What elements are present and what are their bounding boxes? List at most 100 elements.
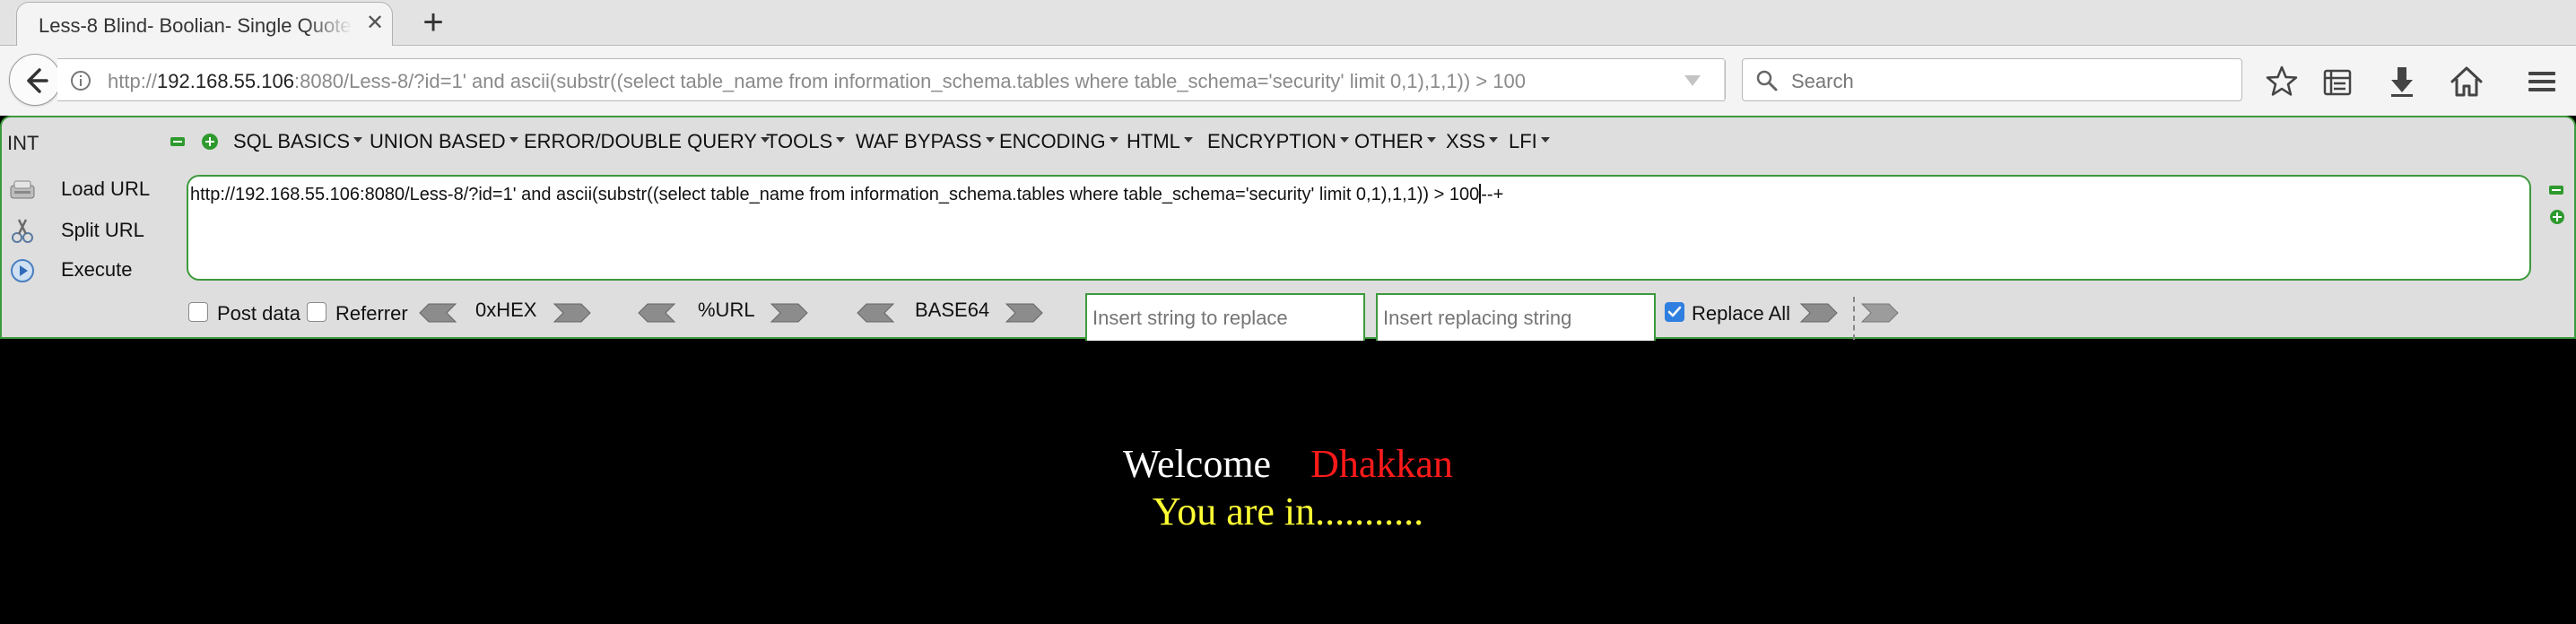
menu-label: ENCRYPTION: [1207, 130, 1336, 152]
menu-waf-bypass[interactable]: WAF BYPASS: [856, 130, 995, 153]
status-message: You are in...........: [1152, 490, 1424, 533]
navigation-bar: http://192.168.55.106:8080/Less-8/?id=1'…: [0, 46, 2576, 116]
replace-all-label: Replace All: [1692, 302, 1791, 325]
int-label[interactable]: INT: [7, 132, 39, 155]
menu-label: ENCODING: [999, 130, 1106, 152]
hex-label: 0xHEX: [475, 299, 537, 321]
url-encode-arrow-icon[interactable]: [770, 302, 809, 324]
referrer-checkbox[interactable]: [307, 302, 326, 322]
welcome-text: Welcome: [1123, 442, 1272, 486]
menu-union-based[interactable]: UNION BASED: [370, 130, 518, 153]
scissors-icon: [12, 219, 33, 243]
menu-lfi[interactable]: LFI: [1509, 130, 1550, 153]
expand-textarea-icon[interactable]: [2549, 209, 2565, 225]
menu-tools[interactable]: TOOLS: [766, 130, 846, 153]
info-icon[interactable]: [70, 70, 91, 91]
search-placeholder: Search: [1791, 70, 1854, 92]
caret-down-icon: [1183, 137, 1193, 143]
menu-icon[interactable]: [2524, 64, 2560, 100]
execute-button[interactable]: Execute: [2, 252, 181, 288]
hex-encode-arrow-icon[interactable]: [553, 302, 592, 324]
base64-encode-arrow-icon[interactable]: [1005, 302, 1044, 324]
caret-down-icon: [509, 137, 518, 143]
url-before-cursor: http://192.168.55.106:8080/Less-8/?id=1'…: [190, 185, 1480, 204]
minus-icon[interactable]: [170, 137, 185, 146]
load-url-icon: [10, 180, 35, 199]
replace-all-checkbox[interactable]: [1665, 302, 1684, 322]
split-url-button[interactable]: Split URL: [2, 212, 181, 248]
download-icon[interactable]: [2384, 64, 2420, 100]
replace-string-input[interactable]: [1085, 293, 1365, 343]
url-host: 192.168.55.106: [157, 70, 294, 92]
post-data-label: Post data: [217, 302, 300, 325]
url-after-cursor: --+: [1481, 185, 1504, 204]
back-arrow-icon: [27, 68, 48, 93]
plus-icon[interactable]: [201, 133, 219, 151]
menu-label: WAF BYPASS: [856, 130, 982, 152]
menu-xss[interactable]: XSS: [1446, 130, 1499, 153]
tab-strip: Less-8 Blind- Boolian- Single Quotes- St…: [0, 0, 2576, 47]
base64-label: BASE64: [915, 299, 990, 321]
home-icon[interactable]: [2449, 64, 2485, 100]
caret-down-icon: [353, 137, 363, 143]
divider: [1853, 297, 1855, 340]
page-content: Welcome Dhakkan You are in...........: [0, 341, 2576, 624]
hackbar-url-text: http://192.168.55.106:8080/Less-8/?id=1'…: [190, 184, 1503, 205]
user-name: Dhakkan: [1310, 442, 1453, 486]
hackbar-url-textarea[interactable]: http://192.168.55.106:8080/Less-8/?id=1'…: [187, 175, 2531, 281]
welcome-line: Welcome Dhakkan: [0, 441, 2576, 487]
play-icon: [11, 259, 34, 282]
menu-sql-basics[interactable]: SQL BASICS: [233, 130, 363, 153]
caret-down-icon: [1540, 137, 1550, 143]
browser-tab[interactable]: Less-8 Blind- Boolian- Single Quotes- St…: [16, 2, 393, 47]
url-path: :8080/Less-8/?id=1' and ascii(substr((se…: [293, 70, 1526, 92]
menu-label: SQL BASICS: [233, 130, 351, 152]
back-button[interactable]: [9, 54, 61, 106]
address-text[interactable]: http://192.168.55.106:8080/Less-8/?id=1'…: [108, 70, 1686, 93]
new-tab-button[interactable]: +: [414, 4, 452, 41]
bookmark-star-icon[interactable]: [2264, 64, 2300, 100]
reading-list-icon[interactable]: [2319, 64, 2355, 100]
replace-arrow-icon[interactable]: [1799, 302, 1839, 324]
menu-error-double-query[interactable]: ERROR/DOUBLE QUERY: [524, 130, 770, 153]
caret-down-icon: [985, 137, 995, 143]
caret-down-icon: [1339, 137, 1349, 143]
menu-label: TOOLS: [766, 130, 833, 152]
search-bar[interactable]: Search: [1742, 58, 2242, 101]
split-url-label: Split URL: [61, 219, 144, 241]
url-decode-arrow-icon[interactable]: [637, 302, 676, 324]
caret-down-icon: [1489, 137, 1499, 143]
tab-title: Less-8 Blind- Boolian- Single Quotes- St…: [39, 14, 352, 37]
caret-down-icon: [836, 137, 846, 143]
menu-label: UNION BASED: [370, 130, 506, 152]
menu-html[interactable]: HTML: [1127, 130, 1193, 153]
address-bar[interactable]: http://192.168.55.106:8080/Less-8/?id=1'…: [57, 58, 1763, 102]
replacing-string-input[interactable]: [1376, 293, 1656, 343]
execute-label: Execute: [61, 258, 133, 281]
menu-encoding[interactable]: ENCODING: [999, 130, 1118, 153]
hackbar-panel: INT SQL BASICS UNION BASED ERROR/DOUBLE …: [0, 116, 2576, 343]
menu-label: HTML: [1127, 130, 1180, 152]
history-dropdown-icon[interactable]: [1683, 72, 1702, 90]
menu-label: LFI: [1509, 130, 1537, 152]
menu-label: OTHER: [1354, 130, 1423, 152]
url-prefix: http://: [108, 70, 158, 92]
shrink-textarea-icon[interactable]: [2549, 186, 2563, 195]
search-icon: [1756, 70, 1778, 91]
caret-down-icon: [1427, 137, 1436, 143]
apply-arrow-icon[interactable]: [1860, 302, 1900, 324]
url-encode-label: %URL: [698, 299, 755, 321]
menu-encryption[interactable]: ENCRYPTION: [1207, 130, 1349, 153]
menu-other[interactable]: OTHER: [1354, 130, 1436, 153]
options-row: Post data Referrer 0xHEX %URL BASE64 Rep…: [2, 293, 2567, 343]
load-url-label: Load URL: [61, 178, 151, 200]
post-data-checkbox[interactable]: [188, 302, 208, 322]
close-tab-icon[interactable]: ✕: [363, 12, 387, 35]
hex-decode-arrow-icon[interactable]: [418, 302, 457, 324]
menu-label: ERROR/DOUBLE QUERY: [524, 130, 757, 152]
referrer-label: Referrer: [335, 302, 408, 325]
load-url-button[interactable]: Load URL: [2, 171, 181, 207]
checkmark-icon: [1667, 306, 1682, 317]
base64-decode-arrow-icon[interactable]: [856, 302, 895, 324]
caret-down-icon: [1109, 137, 1118, 143]
